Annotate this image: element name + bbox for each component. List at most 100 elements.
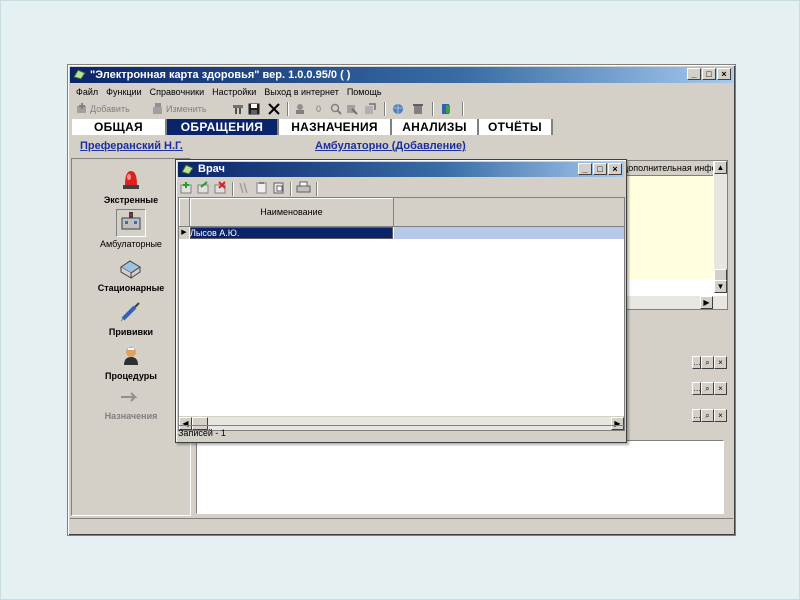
scroll-down-button[interactable]: ▼ xyxy=(714,280,727,293)
visit-mode-link[interactable]: Амбулаторно (Добавление) xyxy=(315,140,466,152)
row-highlight xyxy=(394,227,624,239)
main-title-bar[interactable]: "Электронная карта здоровья" вер. 1.0.0.… xyxy=(70,67,733,83)
search-icon[interactable]: ⌕ xyxy=(701,409,714,422)
search-icon[interactable]: ⌕ xyxy=(701,356,714,369)
lookup-group-3: … ⌕ × xyxy=(692,409,727,422)
name-column-header[interactable]: Наименование xyxy=(190,198,394,226)
edit-label: Изменить xyxy=(166,104,207,114)
extra-info-column-header: дополнительная инфо xyxy=(623,161,713,176)
sidebar-item-emergency[interactable]: Экстренные xyxy=(72,167,190,205)
minimize-button[interactable]: _ xyxy=(578,163,592,175)
sidebar-item-outpatient[interactable]: Амбулаторные xyxy=(72,209,190,249)
sidebar-item-prescriptions[interactable]: Назначения xyxy=(72,391,190,421)
maximize-button[interactable]: □ xyxy=(702,68,716,80)
menu-help[interactable]: Помощь xyxy=(343,85,386,99)
toolbar-separator xyxy=(287,102,288,116)
clear-icon[interactable]: × xyxy=(714,356,727,369)
main-status-bar xyxy=(70,518,733,533)
edit-button[interactable]: Изменить xyxy=(152,100,207,118)
print-button[interactable] xyxy=(294,100,308,118)
patient-name-link[interactable]: Преферанский Н.Г. xyxy=(80,140,183,152)
tab-prescriptions[interactable]: НАЗНАЧЕНИЯ xyxy=(279,119,392,135)
minimize-button[interactable]: _ xyxy=(687,68,701,80)
ellipsis-button[interactable]: … xyxy=(692,382,701,395)
close-button[interactable]: × xyxy=(717,68,731,80)
clear-icon[interactable]: × xyxy=(714,409,727,422)
maximize-button[interactable]: □ xyxy=(593,163,607,175)
clear-icon[interactable]: × xyxy=(714,382,727,395)
doctor-dialog-toolbar xyxy=(180,180,330,196)
notes-textarea[interactable] xyxy=(196,440,724,514)
selected-frame xyxy=(116,209,146,237)
edit-row-icon[interactable] xyxy=(197,181,210,194)
sidebar-item-label: Назначения xyxy=(104,411,158,421)
globe-icon xyxy=(393,104,403,114)
tab-general[interactable]: ОБЩАЯ xyxy=(72,119,167,135)
delete-record-button[interactable] xyxy=(232,100,246,118)
zero-label: 0 xyxy=(316,104,322,114)
add-icon xyxy=(77,103,86,113)
tab-reports[interactable]: ОТЧЁТЫ xyxy=(479,119,553,135)
filter-icon[interactable] xyxy=(238,181,251,194)
visits-grid: дополнительная инфо ▲ ▼ ▶ xyxy=(622,160,728,310)
main-window-title: "Электронная карта здоровья" вер. 1.0.0.… xyxy=(90,69,351,81)
toolbar-separator xyxy=(232,182,233,196)
row-indicator-header xyxy=(179,198,190,226)
print-icon[interactable] xyxy=(296,181,311,194)
sidebar: Экстренные Амбулаторные Стационарные При… xyxy=(71,158,191,516)
find-button[interactable] xyxy=(330,100,344,118)
door-icon xyxy=(442,104,450,114)
main-toolbar: Добавить Изменить 0 xyxy=(74,100,494,118)
export-button[interactable] xyxy=(364,100,378,118)
ellipsis-button[interactable]: … xyxy=(692,356,701,369)
horizontal-scrollbar[interactable]: ▶ xyxy=(623,296,727,309)
add-button[interactable]: Добавить xyxy=(76,100,130,118)
siren-icon xyxy=(123,171,139,189)
menu-internet[interactable]: Выход в интернет xyxy=(260,85,343,99)
doctor-grid: Наименование ▶ Лысов А.Ю. ◀ ▶ xyxy=(178,197,625,431)
arrow-icon xyxy=(121,392,138,402)
save-button[interactable] xyxy=(248,100,262,118)
syringe-icon xyxy=(120,302,140,322)
menu-settings[interactable]: Настройки xyxy=(208,85,260,99)
clipboard-icon[interactable] xyxy=(255,181,268,194)
exit-button[interactable] xyxy=(440,100,454,118)
doctor-grid-header: Наименование xyxy=(179,198,624,227)
cancel-button[interactable] xyxy=(268,100,282,118)
tab-visits[interactable]: ОБРАЩЕНИЯ xyxy=(167,119,279,135)
menu-references[interactable]: Справочники xyxy=(146,85,209,99)
toolbar-separator xyxy=(432,102,433,116)
row-pointer-icon: ▶ xyxy=(179,227,189,239)
lookup-group-2: … ⌕ × xyxy=(692,382,727,395)
table-row[interactable]: ▶ Лысов А.Ю. xyxy=(179,227,624,239)
menu-file[interactable]: Файл xyxy=(72,85,102,99)
sidebar-item-vaccinations[interactable]: Прививки xyxy=(72,301,190,337)
menu-bar: Файл Функции Справочники Настройки Выход… xyxy=(72,85,386,99)
paste-icon[interactable] xyxy=(272,181,285,194)
doctor-name-cell[interactable]: Лысов А.Ю. xyxy=(190,227,393,239)
sidebar-item-procedures[interactable]: Процедуры xyxy=(72,345,190,381)
ellipsis-button[interactable]: … xyxy=(692,409,701,422)
doctor-dialog-title: Врач xyxy=(198,163,225,175)
scroll-up-button[interactable]: ▲ xyxy=(714,161,727,174)
tab-analyses[interactable]: АНАЛИЗЫ xyxy=(392,119,479,135)
lookup-group-1: … ⌕ × xyxy=(692,356,727,369)
delete-row-icon[interactable] xyxy=(214,181,227,194)
filter-button[interactable] xyxy=(346,100,360,118)
doctor-dialog: Врач _ □ × Наименование ▶ Лысов А.Ю. ◀ ▶… xyxy=(175,159,627,443)
app-icon xyxy=(181,164,194,175)
zero-button[interactable]: 0 xyxy=(316,100,321,118)
add-row-icon[interactable] xyxy=(180,181,193,194)
search-icon[interactable]: ⌕ xyxy=(701,382,714,395)
internet-button[interactable] xyxy=(392,100,406,118)
doctor-dialog-title-bar[interactable]: Врач _ □ × xyxy=(178,162,624,177)
sidebar-item-inpatient[interactable]: Стационарные xyxy=(72,257,190,293)
add-label: Добавить xyxy=(90,104,130,114)
trash-button[interactable] xyxy=(412,100,426,118)
edit-icon xyxy=(153,103,162,114)
vertical-scrollbar[interactable]: ▲ ▼ xyxy=(714,161,727,293)
search-icon xyxy=(330,103,342,115)
menu-functions[interactable]: Функции xyxy=(102,85,145,99)
scroll-right-button[interactable]: ▶ xyxy=(700,296,713,309)
close-button[interactable]: × xyxy=(608,163,622,175)
